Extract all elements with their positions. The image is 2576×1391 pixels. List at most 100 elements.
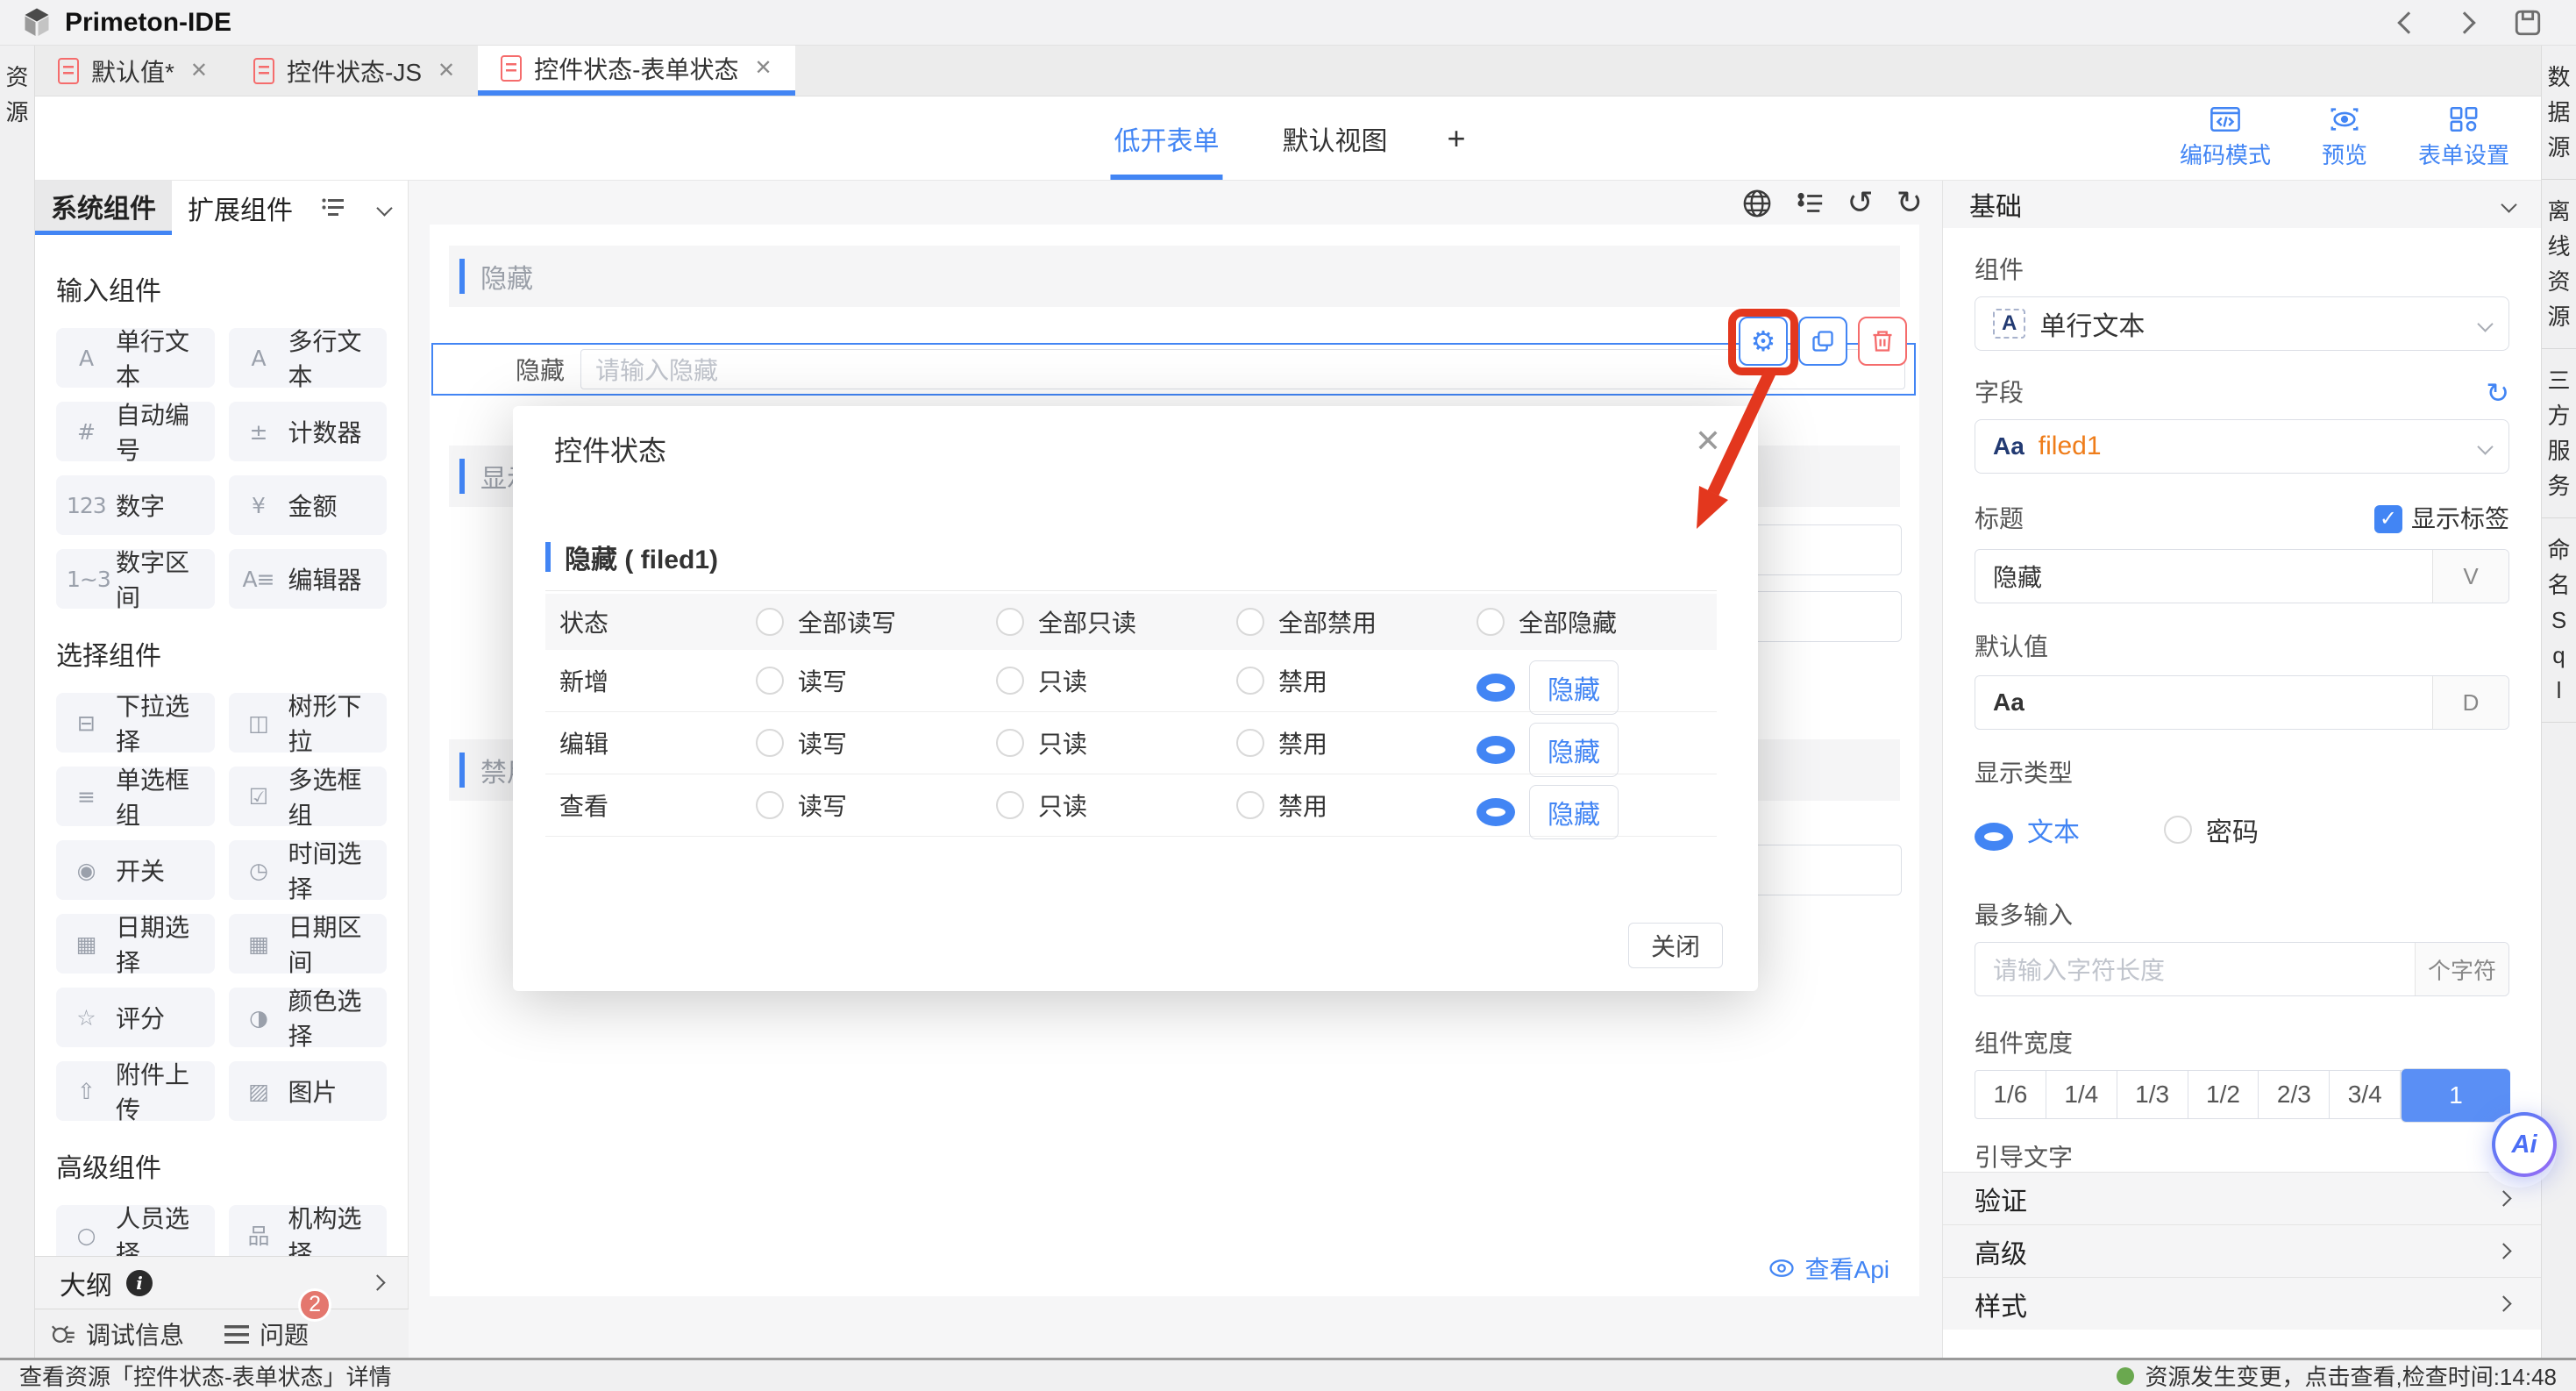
state-option[interactable]: 只读 [996,663,1236,698]
width-option[interactable]: 1/2 [2188,1071,2259,1118]
state-option[interactable]: 隐藏 [1477,709,1717,777]
component-item[interactable]: ☑多选框组 [229,767,388,826]
radio-icon[interactable] [1236,667,1264,695]
radio-icon[interactable] [1236,608,1264,636]
width-option[interactable]: 2/3 [2259,1071,2330,1118]
view-api-link[interactable]: 查看Api [1768,1251,1889,1286]
max-input-field[interactable]: 请输入字符长度 个字符 [1975,942,2509,996]
undo-icon[interactable]: ↺ [1847,188,1874,219]
right-strip-item-离线资源[interactable]: 离 线 资 源 [2542,180,2576,349]
component-item[interactable]: ▦日期区间 [229,914,388,974]
component-item[interactable]: ▨图片 [229,1061,388,1121]
component-item[interactable]: ⊟下拉选择 [56,693,215,753]
basic-section-header[interactable]: 基础 [1943,181,2541,228]
component-item[interactable]: ☆评分 [56,988,215,1047]
radio-icon[interactable] [756,608,784,636]
problems-button[interactable]: 问题 2 [224,1316,309,1352]
default-input-suffix[interactable]: D [2432,676,2508,729]
add-view-button[interactable]: + [1447,120,1465,157]
component-tab[interactable]: 扩展组件 [172,181,309,235]
radio-icon[interactable] [1236,729,1264,757]
radio-icon[interactable] [756,729,784,757]
component-item[interactable]: ◷时间选择 [229,840,388,900]
component-item[interactable]: 1~3数字区间 [56,549,215,609]
title-input[interactable]: 隐藏 V [1975,549,2509,603]
radio-icon[interactable] [1477,798,1515,826]
radio-icon[interactable] [1975,823,2013,851]
width-option[interactable]: 1/6 [1975,1071,2046,1118]
component-item[interactable]: #自动编号 [56,402,215,461]
width-option[interactable]: 1/4 [2046,1071,2117,1118]
show-label-checkbox[interactable]: ✓ 显示标签 [2374,505,2509,533]
state-option[interactable]: 全部只读 [996,604,1236,639]
view-tab[interactable]: 低开表单 [1110,96,1222,180]
width-option[interactable]: 3/4 [2330,1071,2401,1118]
code-mode-button[interactable]: 编码模式 [2180,106,2271,170]
state-option[interactable]: 全部隐藏 [1477,604,1717,639]
radio-icon[interactable] [996,667,1024,695]
radio-icon[interactable] [996,608,1024,636]
radio-icon[interactable] [756,791,784,819]
section-样式[interactable]: 样式 [1943,1277,2541,1330]
radio-icon[interactable] [1477,608,1505,636]
component-tab[interactable]: 系统组件 [35,181,172,235]
doc-tab[interactable]: 默认值*✕ [35,46,231,96]
i18n-globe-icon[interactable] [1742,189,1772,218]
width-option[interactable]: 1/3 [2117,1071,2188,1118]
sidebar-item-resources[interactable]: 资 源 [0,46,34,144]
radio-icon[interactable] [1477,674,1515,702]
component-item[interactable]: ⇧附件上传 [56,1061,215,1121]
refresh-icon[interactable]: ↻ [2486,381,2509,405]
preview-button[interactable]: 预览 [2322,106,2367,170]
tab-close-icon[interactable]: ✕ [438,58,455,83]
debug-info-button[interactable]: 调试信息 [49,1316,184,1352]
radio-icon[interactable] [996,791,1024,819]
ai-assistant-button[interactable]: Ai [2492,1112,2557,1177]
state-option[interactable]: 隐藏 [1477,646,1717,715]
state-option[interactable]: 读写 [756,788,996,823]
state-option[interactable]: 读写 [756,725,996,760]
component-item[interactable]: A单行文本 [56,328,215,388]
status-right-text[interactable]: 资源发生变更，点击查看,检查时间:14:48 [2145,1359,2557,1391]
state-option[interactable]: 全部读写 [756,604,996,639]
component-item[interactable]: ◉开关 [56,840,215,900]
display-type-option[interactable]: 文本 [1975,809,2080,851]
nav-back-icon[interactable] [2397,11,2419,33]
view-tab[interactable]: 默认视图 [1278,96,1391,180]
doc-tab[interactable]: 控件状态-JS✕ [231,46,478,96]
state-option[interactable]: 禁用 [1236,663,1477,698]
outline-tree-icon[interactable] [1795,189,1825,218]
collapse-chevron-icon[interactable] [376,200,392,216]
component-item[interactable]: ▦日期选择 [56,914,215,974]
radio-icon[interactable] [756,667,784,695]
state-option[interactable]: 隐藏 [1477,771,1717,839]
component-item[interactable]: ◫树形下拉 [229,693,388,753]
group-band-hidden[interactable]: 隐藏 [449,246,1900,307]
doc-tab-active[interactable]: 控件状态-表单状态✕ [478,46,794,96]
form-settings-button[interactable]: 表单设置 [2418,106,2509,170]
component-item[interactable]: A≡编辑器 [229,549,388,609]
redo-icon[interactable]: ↻ [1896,188,1923,219]
tab-close-icon[interactable]: ✕ [190,58,208,83]
component-item[interactable]: ≡单选框组 [56,767,215,826]
width-option[interactable]: 1 [2401,1068,2510,1123]
component-item[interactable]: ◑颜色选择 [229,988,388,1047]
state-option[interactable]: 全部禁用 [1236,604,1477,639]
component-item[interactable]: 品机构选择 [229,1205,388,1256]
radio-icon[interactable] [1477,736,1515,764]
tab-close-icon[interactable]: ✕ [754,55,772,81]
component-item[interactable]: ○人员选择 [56,1205,215,1256]
save-icon[interactable] [2513,8,2543,38]
nav-forward-icon[interactable] [2453,11,2475,33]
section-高级[interactable]: 高级 [1943,1224,2541,1277]
radio-icon[interactable] [2164,816,2192,844]
state-option[interactable]: 禁用 [1236,725,1477,760]
outline-bar[interactable]: 大纲 i [35,1256,409,1309]
component-item[interactable]: ±计数器 [229,402,388,461]
component-item[interactable]: 123数字 [56,475,215,535]
display-type-option[interactable]: 密码 [2164,809,2259,851]
component-item[interactable]: ¥金额 [229,475,388,535]
radio-icon[interactable] [996,729,1024,757]
state-option[interactable]: 禁用 [1236,788,1477,823]
list-filter-icon[interactable] [321,198,345,218]
